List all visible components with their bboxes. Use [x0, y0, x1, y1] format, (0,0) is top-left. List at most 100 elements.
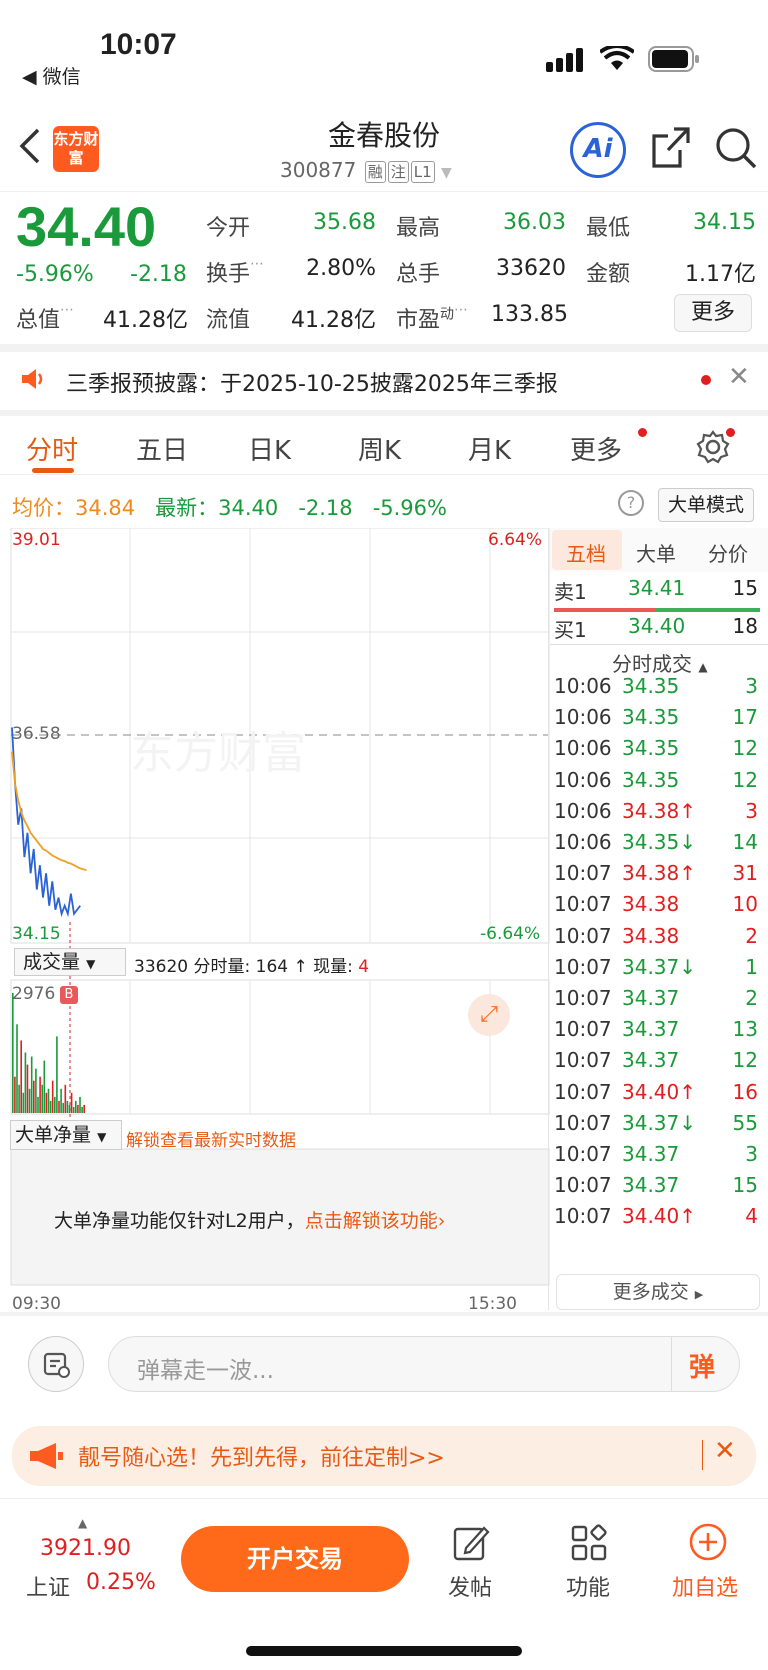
turnover-value: 2.80% [306, 256, 376, 281]
amount-label: 金额 [586, 262, 631, 287]
trade-row: 10:07 34.38↑ 31 [554, 861, 758, 886]
intraday-chart-area[interactable]: 东方财富 39.01 36.58 34.15 6.64% -6.64% 成交量 … [10, 527, 550, 1314]
index-name[interactable]: 上证 [26, 1570, 70, 1602]
caret-down-icon: ▼ [441, 165, 452, 181]
y-axis-bottom: 34.15 [12, 924, 61, 944]
trade-row: 10:07 34.37 15 [554, 1173, 758, 1198]
more-trades-button[interactable]: 更多成交 ▶ [556, 1274, 760, 1310]
ai-button[interactable]: Ai [570, 122, 626, 178]
divider [0, 1312, 768, 1316]
volume-bar [70, 1092, 73, 1113]
avg-label: 均价： [12, 496, 75, 520]
tab-five-day[interactable]: 五日 [136, 430, 188, 467]
bid-bar [656, 608, 760, 612]
volume-bar [26, 1064, 29, 1113]
info-icon[interactable]: ⋯ [60, 302, 74, 318]
post-icon[interactable] [452, 1524, 490, 1562]
info-icon[interactable]: ⋯ [454, 302, 468, 318]
ask-1: 卖1 34.41 15 [554, 576, 758, 604]
close-icon[interactable]: ✕ [728, 362, 750, 392]
functions-label[interactable]: 功能 [566, 1570, 610, 1602]
volume-bar [60, 1088, 62, 1113]
tag-margin: 融 [364, 161, 386, 183]
danmu-send-button[interactable]: 弹 [689, 1347, 715, 1384]
share-icon[interactable] [650, 126, 692, 170]
volume-bar [16, 1024, 18, 1113]
expand-up-icon[interactable]: ▲ [78, 1516, 87, 1530]
volume-bar [14, 1076, 16, 1113]
trades-header[interactable]: 分时成交 ▲ [612, 648, 708, 677]
tab-big-order[interactable]: 大单 [636, 538, 676, 567]
settings-icon[interactable] [696, 430, 730, 464]
functions-icon[interactable] [570, 1524, 608, 1562]
big-order-mode-button[interactable]: 大单模式 [658, 488, 754, 522]
volume-bar [12, 993, 14, 1113]
tab-monthly-k[interactable]: 月K [468, 430, 511, 467]
volume-bar [58, 1100, 60, 1113]
unlock-feature-link[interactable]: 点击解锁该功能› [305, 1210, 446, 1232]
volume-bar [72, 1107, 75, 1113]
danmu-input[interactable]: 弹幕走一波... 弹 [108, 1336, 740, 1392]
add-favorite-icon[interactable] [688, 1522, 728, 1562]
volume-bar [75, 1100, 77, 1113]
index-pct[interactable]: 0.25% [86, 1570, 156, 1595]
volume-bar [22, 1092, 25, 1113]
back-to-app-link[interactable]: ◀ 微信 [22, 62, 81, 89]
trade-row: 10:07 34.40↑ 16 [554, 1079, 758, 1104]
open-account-button[interactable]: 开户交易 [181, 1526, 409, 1592]
watermark: 东方财富 [130, 728, 306, 779]
volume-bar [64, 1084, 67, 1113]
promo-banner[interactable]: 靓号随心选！先到先得，前往定制>> ✕ [12, 1426, 756, 1486]
volume-bar [83, 1104, 85, 1113]
trade-row: 10:07 34.38 10 [554, 892, 758, 917]
notice-bar[interactable]: 三季报预披露：于2025-10-25披露2025年三季报 ✕ [0, 354, 768, 406]
trade-row: 10:06 34.35↓ 14 [554, 830, 758, 854]
unlock-link[interactable]: 解锁查看最新实时数据 [126, 1126, 296, 1151]
post-label[interactable]: 发帖 [448, 1570, 492, 1602]
turnover-label: 换手⋯ [206, 256, 265, 287]
index-value[interactable]: 3921.90 [40, 1536, 131, 1561]
divider [0, 191, 768, 192]
tab-intraday[interactable]: 分时 [26, 430, 78, 467]
info-icon[interactable]: ⋯ [250, 256, 264, 272]
cellular-signal-icon [546, 48, 583, 72]
help-icon[interactable]: ? [618, 490, 644, 516]
net-flow-selector[interactable]: 大单净量 ▼ [10, 1120, 122, 1150]
tab-daily-k[interactable]: 日K [248, 430, 291, 467]
volume-bar [20, 1040, 22, 1113]
avg-value: 34.84 [75, 496, 136, 520]
pct-bottom: -6.64% [480, 924, 541, 944]
volume-bar [56, 1036, 58, 1113]
volume-bar [45, 1092, 48, 1113]
danmu-settings-icon [43, 1352, 70, 1378]
danmu-settings-button[interactable] [28, 1336, 84, 1392]
add-favorite-label[interactable]: 加自选 [672, 1570, 738, 1602]
market-cap-label: 总值⋯ [16, 302, 75, 333]
tab-weekly-k[interactable]: 周K [358, 430, 401, 467]
close-icon[interactable]: ✕ [714, 1436, 736, 1466]
expand-icon[interactable]: ⤢ [468, 994, 510, 1036]
divider [548, 528, 549, 1310]
promo-text: 靓号随心选！先到先得，前往定制>> [78, 1446, 445, 1471]
volume-selector[interactable]: 成交量 ▼ [14, 948, 126, 976]
volume-bar [37, 1096, 39, 1113]
more-button[interactable]: 更多 [674, 294, 752, 332]
tab-more[interactable]: 更多 [570, 430, 622, 467]
trade-row: 10:07 34.38 2 [554, 923, 758, 948]
volume-bar [35, 1068, 37, 1113]
speaker-icon [22, 369, 43, 389]
trade-row: 10:06 34.35 3 [554, 674, 758, 698]
open-value: 35.68 [313, 210, 376, 235]
tab-five-level[interactable]: 五档 [566, 538, 606, 567]
low-value: 34.15 [693, 210, 756, 235]
low-label: 最低 [586, 216, 631, 241]
stock-code-row[interactable]: 300877 融注 L1 ▼ [280, 158, 452, 183]
trade-row: 10:07 34.37 13 [554, 1017, 758, 1042]
trade-row: 10:07 34.37↓ 1 [554, 954, 758, 979]
buy-point-badge[interactable]: B [60, 986, 78, 1004]
volume-bar [62, 1102, 64, 1113]
home-indicator [246, 1646, 522, 1656]
volume-bar [51, 1080, 54, 1113]
search-icon[interactable] [714, 126, 758, 170]
tab-price-dist[interactable]: 分价 [708, 538, 748, 567]
